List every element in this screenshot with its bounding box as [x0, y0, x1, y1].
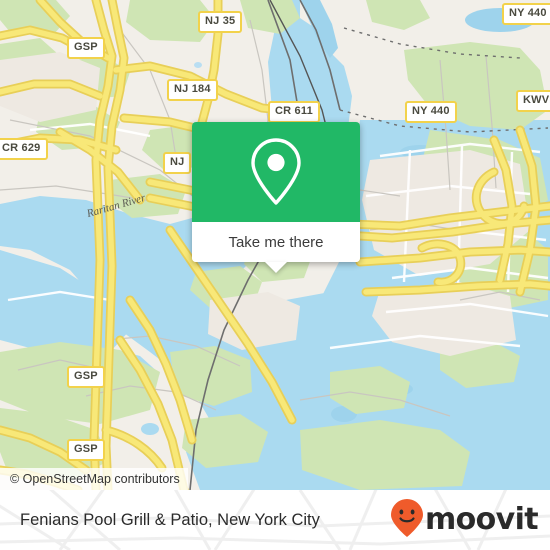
- popup-action-bar[interactable]: Take me there: [192, 222, 360, 273]
- shield-gsp-top: GSP: [67, 37, 105, 59]
- location-popup-card[interactable]: Take me there: [192, 122, 360, 273]
- map-pin-icon: [247, 136, 305, 208]
- osm-attribution[interactable]: © OpenStreetMap contributors: [0, 468, 188, 490]
- map-canvas[interactable]: Raritan River NJ 35 NY 440 GSP NJ 184 CR…: [0, 0, 550, 490]
- place-title: Fenians Pool Grill & Patio, New York Cit…: [20, 490, 320, 550]
- take-me-there-label: Take me there: [228, 233, 324, 251]
- moovit-map-page: Raritan River NJ 35 NY 440 GSP NJ 184 CR…: [0, 0, 550, 550]
- shield-gsp-mid: GSP: [67, 366, 105, 388]
- osm-attribution-text: © OpenStreetMap contributors: [10, 472, 180, 486]
- moovit-logo[interactable]: moovit: [390, 490, 539, 550]
- popup-header: [192, 122, 360, 222]
- shield-kwvp: KWVP: [516, 90, 550, 112]
- popup-pointer-tail: [265, 262, 287, 273]
- shield-nj-partial: NJ: [163, 152, 192, 174]
- shield-cr-611: CR 611: [268, 101, 320, 123]
- shield-ny-440-top: NY 440: [502, 3, 550, 25]
- place-title-text: Fenians Pool Grill & Patio, New York Cit…: [20, 510, 320, 529]
- shield-gsp-bottom: GSP: [67, 439, 105, 461]
- moovit-smiley-pin-icon: [390, 498, 424, 543]
- moovit-wordmark: moovit: [424, 502, 539, 537]
- shield-cr-629: CR 629: [0, 138, 48, 160]
- shield-ny-440-mid: NY 440: [405, 101, 457, 123]
- shield-nj-35: NJ 35: [198, 11, 243, 33]
- footer-bar: Fenians Pool Grill & Patio, New York Cit…: [0, 490, 550, 550]
- shield-nj-184: NJ 184: [167, 79, 218, 101]
